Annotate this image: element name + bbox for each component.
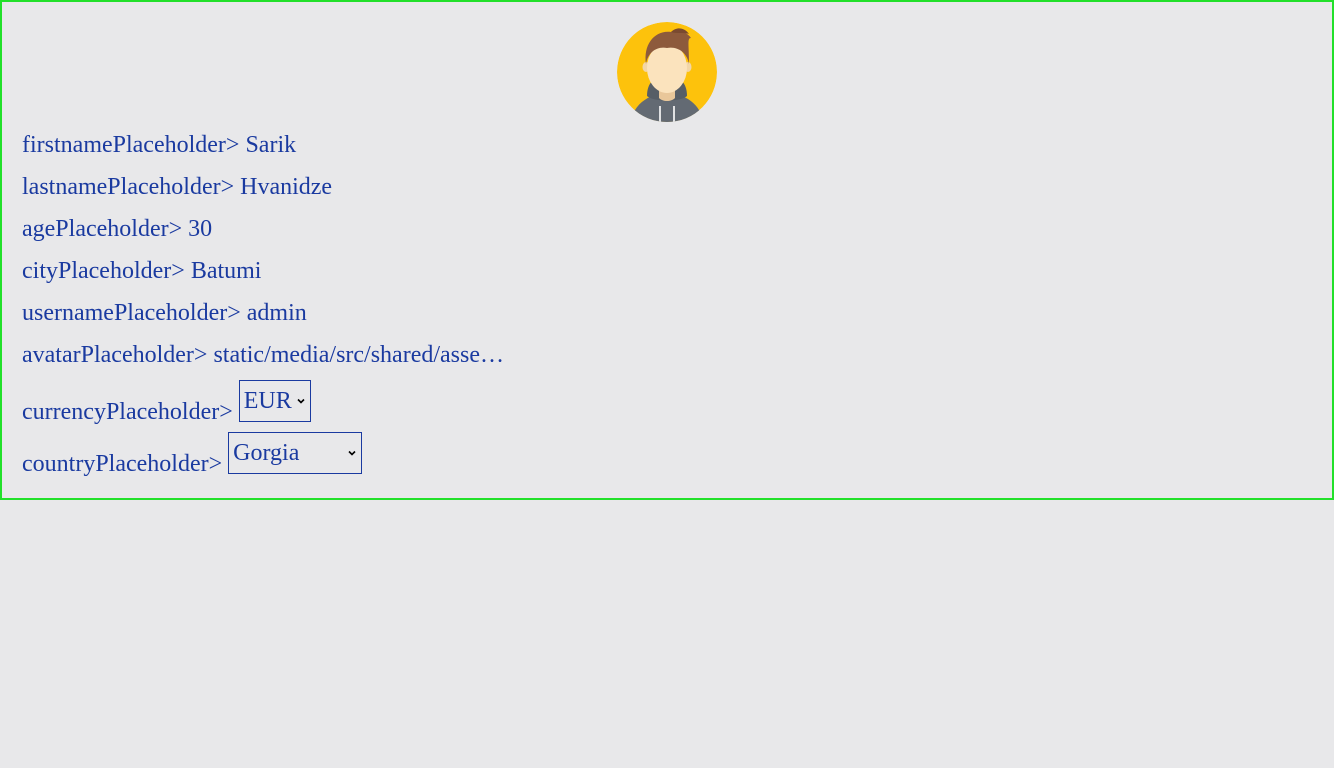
field-row-city: cityPlaceholder> Batumi: [22, 250, 1312, 292]
field-row-currency: currencyPlaceholder> EUR: [22, 376, 1312, 428]
currency-selected-value: EUR: [243, 388, 292, 414]
field-row-age: agePlaceholder> 30: [22, 208, 1312, 250]
currency-label: currencyPlaceholder>: [22, 399, 233, 425]
city-value: Batumi: [190, 258, 262, 284]
country-select[interactable]: Gorgia: [228, 432, 363, 474]
username-label: usernamePlaceholder>: [22, 300, 241, 326]
city-label: cityPlaceholder>: [22, 258, 185, 284]
firstname-value: Sarik: [245, 132, 297, 158]
avatar-label: avatarPlaceholder>: [22, 342, 208, 368]
country-label: countryPlaceholder>: [22, 451, 223, 477]
firstname-label: firstnamePlaceholder>: [22, 132, 240, 158]
chevron-down-icon: [348, 450, 356, 456]
age-value: 30: [188, 216, 213, 242]
currency-select[interactable]: EUR: [238, 380, 311, 422]
avatar-path-value: static/media/src/shared/asse…: [213, 342, 505, 368]
age-label: agePlaceholder>: [22, 216, 183, 242]
country-selected-value: Gorgia: [233, 440, 300, 466]
profile-card: firstnamePlaceholder> Sarik lastnamePlac…: [0, 0, 1334, 500]
user-avatar-icon: [617, 22, 717, 122]
field-row-lastname: lastnamePlaceholder> Hvanidze: [22, 166, 1312, 208]
lastname-value: Hvanidze: [240, 174, 333, 200]
field-row-country: countryPlaceholder> Gorgia: [22, 428, 1312, 480]
avatar-container: [22, 22, 1312, 122]
username-value: admin: [246, 300, 307, 326]
chevron-down-icon: [297, 398, 305, 404]
field-row-username: usernamePlaceholder> admin: [22, 292, 1312, 334]
field-row-avatar: avatarPlaceholder> static/media/src/shar…: [22, 334, 1312, 376]
field-row-firstname: firstnamePlaceholder> Sarik: [22, 124, 1312, 166]
lastname-label: lastnamePlaceholder>: [22, 174, 235, 200]
